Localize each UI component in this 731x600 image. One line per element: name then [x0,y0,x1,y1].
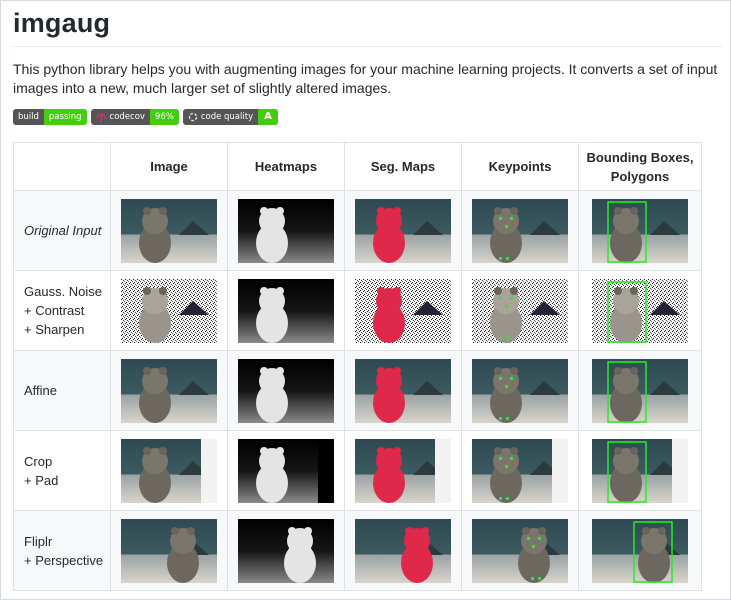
segmap-thumbnail [355,518,451,583]
row-label: Affine [13,350,111,431]
heatmap-thumbnail [238,438,334,503]
row-label: Fliplr + Perspective [13,510,111,591]
heatmap-cell [227,430,345,511]
badge-row: build passing codecov 96% code quality A [13,109,278,125]
bbox-thumbnail [592,198,688,263]
build-badge-label: build [13,109,44,125]
page-title: imgaug [13,8,111,38]
heatmap-cell [227,270,345,351]
title-divider [13,46,722,47]
segmap-thumbnail [355,278,451,343]
keypoints-thumbnail [472,518,568,583]
code-quality-badge-label: code quality [200,112,254,122]
segmap-cell [344,270,462,351]
augmentation-table: Image Heatmaps Seg. Maps Keypoints Bound… [13,142,702,591]
description: This python library helps you with augme… [13,61,718,96]
header-empty [13,142,111,191]
heatmap-cell [227,510,345,591]
table-row: Gauss. Noise + Contrast + Sharpen [13,270,702,351]
keypoints-thumbnail [472,198,568,263]
header-bounding-boxes: Bounding Boxes, Polygons [578,142,702,191]
build-badge-status: passing [43,109,87,125]
code-quality-icon [188,112,198,122]
keypoints-thumbnail [472,438,568,503]
row-label: Original Input [13,190,111,271]
image-cell [110,510,228,591]
bbox-cell [578,430,702,511]
codecov-badge[interactable]: codecov 96% [90,109,179,125]
bbox-cell [578,510,702,591]
image-thumbnail [121,518,217,583]
row-label: Crop + Pad [13,430,111,511]
table-row: Original Input [13,190,702,271]
heatmap-cell [227,190,345,271]
heatmap-thumbnail [238,278,334,343]
heatmap-cell [227,350,345,431]
header-image: Image [110,142,228,191]
bbox-cell [578,350,702,431]
table-row: Affine [13,350,702,431]
image-thumbnail [121,198,217,263]
bbox-cell [578,190,702,271]
header-heatmaps: Heatmaps [227,142,345,191]
keypoints-cell [461,270,579,351]
build-badge[interactable]: build passing [13,109,87,125]
table-row: Fliplr + Perspective [13,510,702,591]
image-cell [110,270,228,351]
table-row: Crop + Pad [13,430,702,511]
codecov-umbrella-icon [95,113,107,122]
keypoints-cell [461,510,579,591]
image-cell [110,190,228,271]
image-cell [110,350,228,431]
keypoints-thumbnail [472,358,568,423]
keypoints-cell [461,350,579,431]
segmap-cell [344,190,462,271]
code-quality-badge[interactable]: code quality A [182,109,278,125]
keypoints-thumbnail [472,278,568,343]
keypoints-cell [461,430,579,511]
codecov-badge-value: 96% [149,109,179,125]
image-thumbnail [121,438,217,503]
segmap-thumbnail [355,358,451,423]
image-thumbnail [121,278,217,343]
heatmap-thumbnail [238,518,334,583]
bbox-cell [578,270,702,351]
heatmap-thumbnail [238,358,334,423]
header-seg-maps: Seg. Maps [344,142,462,191]
bbox-thumbnail [592,278,688,343]
image-cell [110,430,228,511]
image-thumbnail [121,358,217,423]
codecov-badge-label: codecov [109,112,145,122]
bbox-thumbnail [592,438,688,503]
segmap-thumbnail [355,438,451,503]
header-keypoints: Keypoints [461,142,579,191]
segmap-cell [344,350,462,431]
code-quality-badge-grade: A [258,109,278,125]
segmap-cell [344,430,462,511]
bbox-thumbnail [592,518,688,583]
row-label: Gauss. Noise + Contrast + Sharpen [13,270,111,351]
heatmap-thumbnail [238,198,334,263]
segmap-cell [344,510,462,591]
keypoints-cell [461,190,579,271]
bbox-thumbnail [592,358,688,423]
table-header-row: Image Heatmaps Seg. Maps Keypoints Bound… [13,142,702,191]
segmap-thumbnail [355,198,451,263]
